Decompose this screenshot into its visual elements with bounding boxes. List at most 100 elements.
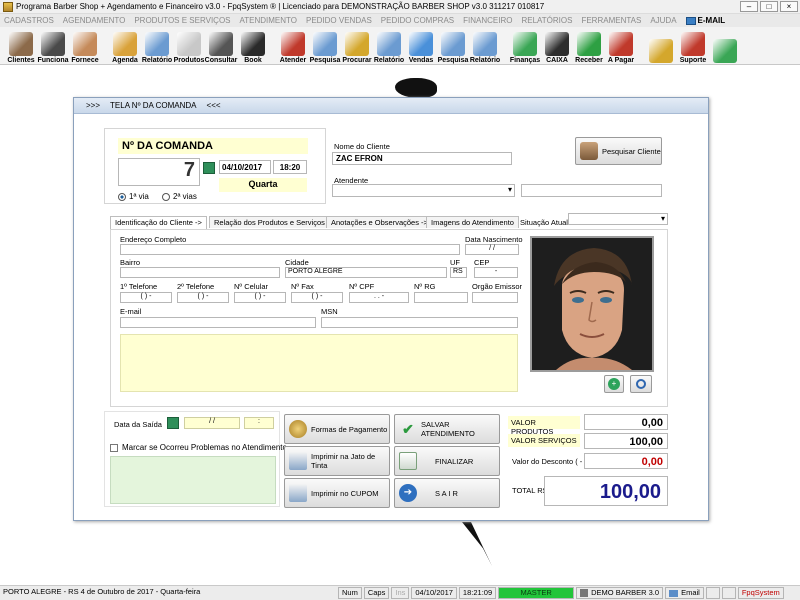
fax-label: Nº Fax [291,282,314,291]
saida-calendar-icon[interactable] [167,417,179,429]
cliente-search-icon [580,142,598,160]
toolbar-button-0[interactable]: Clientes [6,28,36,64]
endereco-field[interactable] [120,244,460,255]
fax-field[interactable]: ( ) - [291,292,343,303]
cidade-field[interactable]: PORTO ALEGRE [285,267,447,278]
tab-identificacao[interactable]: Identificação do Cliente -> [110,216,207,229]
toolbar-button-11[interactable]: Relatório [374,28,404,64]
menu-email[interactable]: E-MAIL [685,16,725,25]
toolbar-label: Clientes [7,57,35,64]
cidade-label: Cidade [285,258,309,267]
comanda-time[interactable]: 18:20 [273,160,307,174]
toolbar-label: Book [244,57,262,64]
toolbar-button-3[interactable]: Agenda [110,28,140,64]
toolbar-button-19[interactable] [646,28,676,64]
toolbar-button-4[interactable]: Relatório [142,28,172,64]
toolbar-button-10[interactable]: Procurar [342,28,372,64]
toolbar-button-2[interactable]: Fornece [70,28,100,64]
toolbar-icon [513,32,537,56]
calendar-icon[interactable] [203,162,215,174]
comanda-date[interactable]: 04/10/2017 [219,160,271,174]
toolbar-button-15[interactable]: Finanças [510,28,540,64]
via2-radio[interactable]: 2ª vias [162,192,197,201]
atendente-extra-field[interactable] [521,184,662,197]
menu-pedido-vendas[interactable]: PEDIDO VENDAS [306,16,372,25]
toolbar-button-17[interactable]: Receber [574,28,604,64]
uf-label: UF [450,258,460,267]
total-label: TOTAL R$ [512,486,547,495]
toolbar-icon [441,32,465,56]
status-email[interactable]: Email [665,587,704,599]
orgao-field[interactable] [472,292,518,303]
printer-status-icon[interactable] [705,587,720,599]
toolbar-button-14[interactable]: Relatório [470,28,500,64]
formas-pagamento-button[interactable]: Formas de Pagamento [284,414,390,444]
tab-produtos[interactable]: Relação dos Produtos e Serviços -> [209,216,339,228]
comanda-number[interactable]: 7 [118,158,200,186]
photo-zoom-button[interactable] [630,375,652,393]
photo-add-button[interactable]: + [604,375,624,393]
toolbar-button-5[interactable]: Produtos [174,28,204,64]
menu-relatorios[interactable]: RELATÓRIOS [521,16,572,25]
situacao-select[interactable] [568,213,668,225]
menu-financeiro[interactable]: FINANCEIRO [463,16,512,25]
finalizar-button[interactable]: FINALIZAR [394,446,500,476]
imprimir-jato-button[interactable]: Imprimir na Jato de Tinta [284,446,390,476]
problemas-notes[interactable] [110,456,276,504]
tab-imagens[interactable]: Imagens do Atendimento [426,216,519,228]
rg-field[interactable] [414,292,468,303]
menu-agendamento[interactable]: AGENDAMENTO [63,16,126,25]
atendente-select[interactable] [332,184,515,197]
desconto-field[interactable]: 0,00 [584,453,668,469]
toolbar-button-6[interactable]: Consultar [205,28,237,64]
uf-field[interactable]: RS [450,267,467,278]
toolbar-button-16[interactable]: CAIXA [542,28,572,64]
toolbar-button-1[interactable]: Funciona [37,28,69,64]
nascimento-field[interactable]: / / [465,244,519,255]
minimize-button[interactable]: – [740,1,758,12]
toolbar-label: Fornece [71,57,99,64]
email-label: E-mail [120,307,142,316]
toolbar-button-18[interactable]: A Pagar [606,28,636,64]
tab-anotacoes[interactable]: Anotações e Observações -> [326,216,433,228]
observacoes-area[interactable] [120,334,518,392]
cep-field[interactable]: - [474,267,518,278]
toolbar-label: Procurar [342,57,372,64]
salvar-atendimento-button[interactable]: ✔ SALVAR ATENDIMENTO [394,414,500,444]
cpf-field[interactable]: . . - [349,292,409,303]
via1-radio[interactable]: 1ª via [118,192,149,201]
menu-produtos[interactable]: PRODUTOS E SERVIÇOS [134,16,230,25]
comanda-dialog: >>> TELA Nº DA COMANDA <<< Nº DA COMANDA… [73,97,709,521]
toolbar-button-7[interactable]: Book [238,28,268,64]
celular-field[interactable]: ( ) - [234,292,286,303]
bairro-field[interactable] [120,267,280,278]
toolbar-button-9[interactable]: Pesquisa [310,28,340,64]
menu-atendimento[interactable]: ATENDIMENTO [240,16,297,25]
toolbar-button-13[interactable]: Pesquisa [438,28,468,64]
msn-field[interactable] [321,317,518,328]
menu-pedido-compras[interactable]: PEDIDO COMPRAS [381,16,454,25]
email-field[interactable] [120,317,316,328]
maximize-button[interactable]: □ [760,1,778,12]
menu-ajuda[interactable]: AJUDA [650,16,676,25]
cliente-field[interactable]: ZAC EFRON [332,152,512,165]
toolbar-label: Atender [279,57,307,64]
tel2-field[interactable]: ( ) - [177,292,229,303]
toolbar-label: Pesquisa [309,57,341,64]
network-status-icon[interactable] [721,587,736,599]
menu-cadastros[interactable]: CADASTROS [4,16,54,25]
menu-ferramentas[interactable]: FERRAMENTAS [581,16,641,25]
pesquisar-cliente-button[interactable]: Pesquisar Cliente [575,137,662,165]
sair-button[interactable]: ➔ S A I R [394,478,500,508]
tel1-field[interactable]: ( ) - [120,292,172,303]
toolbar-button-20[interactable]: Suporte [678,28,708,64]
close-button[interactable]: × [780,1,798,12]
toolbar-button-12[interactable]: Vendas [406,28,436,64]
hora-saida-field[interactable]: : [244,417,274,429]
problemas-checkbox[interactable]: Marcar se Ocorreu Problemas no Atendimen… [110,443,287,452]
checkmark-icon: ✔ [402,421,414,437]
toolbar-button-21[interactable] [710,28,740,64]
imprimir-cupom-button[interactable]: Imprimir no CUPOM [284,478,390,508]
data-saida-field[interactable]: / / [184,417,240,429]
toolbar-button-8[interactable]: Atender [278,28,308,64]
